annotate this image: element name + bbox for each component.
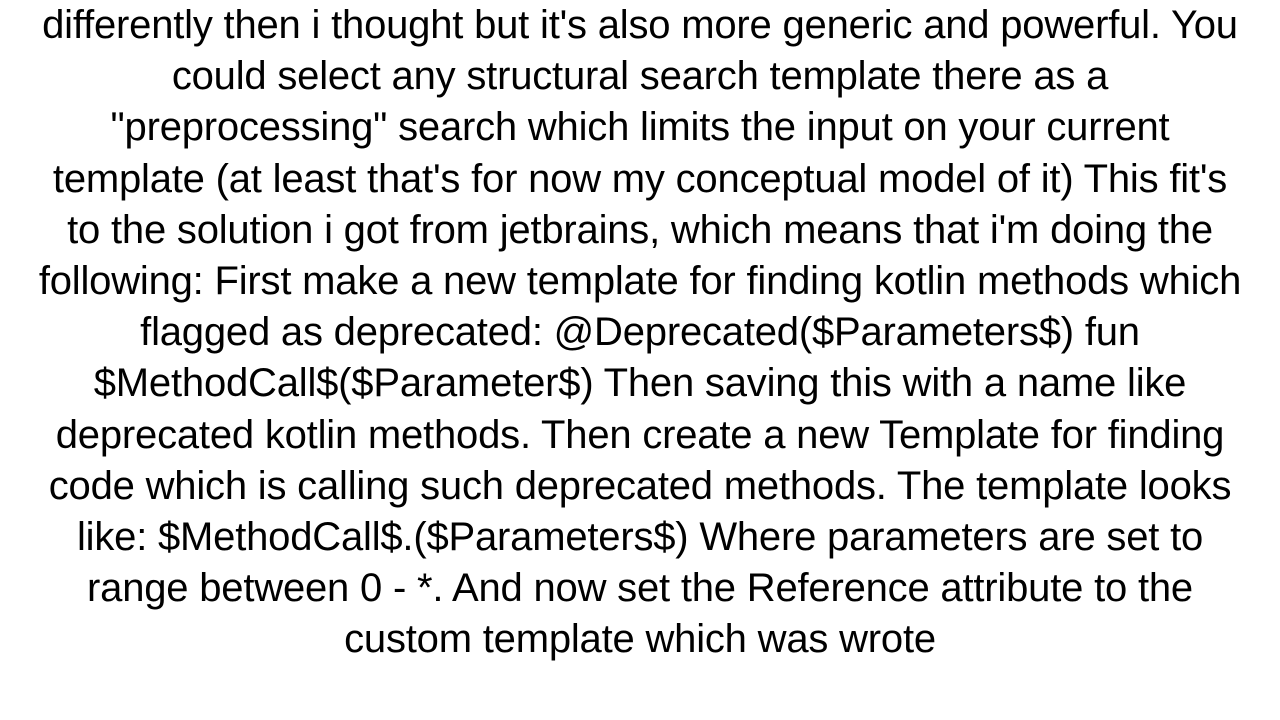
document-body: differently then i thought but it's also… <box>0 0 1280 665</box>
